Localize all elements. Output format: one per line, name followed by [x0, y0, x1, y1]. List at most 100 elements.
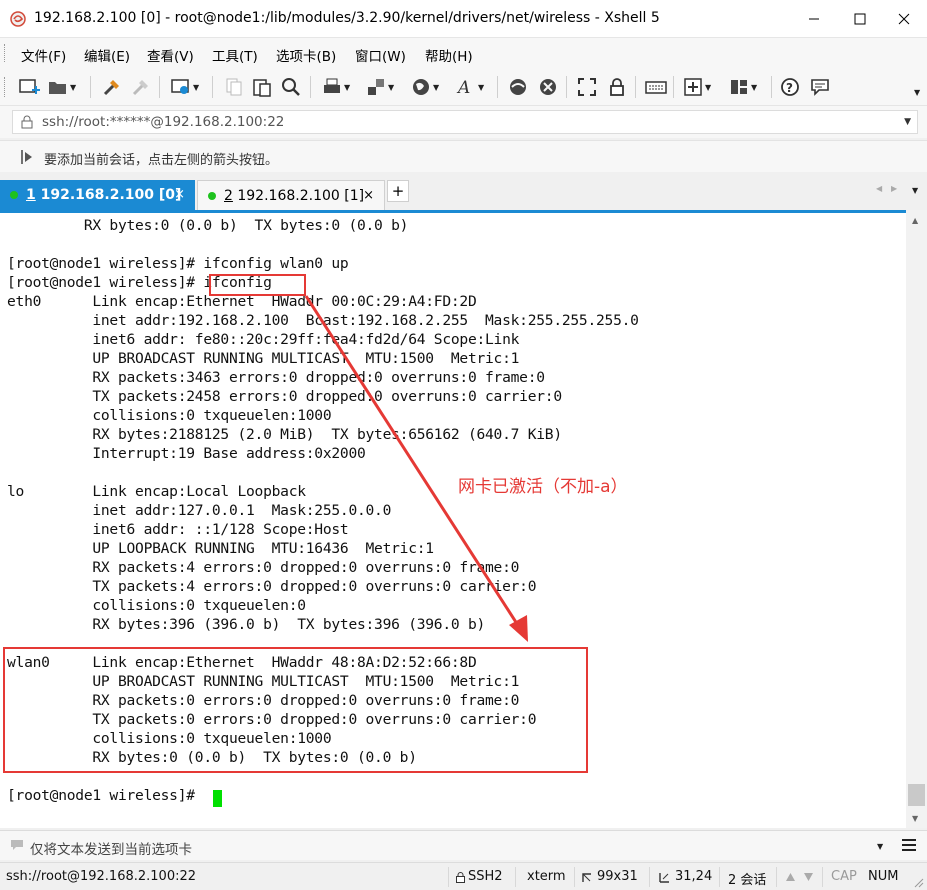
- compose-dropdown-icon[interactable]: ▼: [877, 842, 883, 851]
- terminal-line: UP BROADCAST RUNNING MULTICAST MTU:1500 …: [7, 350, 520, 367]
- terminal-line: inet addr:192.168.2.100 Bcast:192.168.2.…: [7, 312, 639, 329]
- scroll-up-icon[interactable]: ▲: [912, 216, 918, 225]
- session-status-dot: [208, 192, 216, 200]
- open-dropdown-icon[interactable]: ▼: [70, 83, 76, 92]
- lock-icon: [610, 78, 624, 96]
- tab-scroll-left-icon[interactable]: ◀: [876, 184, 882, 193]
- add-button[interactable]: ▼: [683, 75, 711, 99]
- toolbar-overflow-icon[interactable]: ▼: [914, 88, 920, 97]
- toolbar-grip: [4, 77, 7, 97]
- globe-button[interactable]: ▼: [411, 75, 439, 99]
- session-hint-bar: 要添加当前会话，点击左侧的箭头按钮。: [0, 140, 927, 172]
- new-session-button[interactable]: [19, 75, 41, 99]
- reconnect-icon: [103, 80, 119, 96]
- transfer-button[interactable]: ▼: [366, 75, 394, 99]
- scrollbar-thumb[interactable]: [908, 784, 925, 806]
- title-bar: 192.168.2.100 [0] - root@node1:/lib/modu…: [0, 0, 927, 38]
- hamburger-menu-icon[interactable]: [901, 837, 917, 853]
- properties-button[interactable]: ▼: [171, 75, 199, 99]
- session-status-dot: [10, 191, 18, 199]
- print-button[interactable]: ▼: [322, 75, 350, 99]
- hint-text: 要添加当前会话，点击左侧的箭头按钮。: [44, 153, 279, 168]
- terminal-line: [root@node1 wireless]#: [7, 787, 204, 804]
- open-button[interactable]: ▼: [48, 75, 76, 99]
- tab-close-icon[interactable]: ×: [363, 188, 374, 203]
- status-separator: [719, 867, 720, 887]
- scroll-up-icon[interactable]: [786, 873, 795, 881]
- terminal-line: RX bytes:396 (396.0 b) TX bytes:396 (396…: [7, 616, 486, 633]
- terminal-line: lo Link encap:Local Loopback: [7, 483, 306, 500]
- print-dropdown-icon[interactable]: ▼: [344, 83, 350, 92]
- close-icon: [898, 13, 910, 25]
- annotation-ifconfig-highlight: [209, 274, 306, 296]
- reconnect-button[interactable]: [102, 75, 122, 99]
- new-tab-button[interactable]: +: [387, 180, 409, 202]
- keyboard-icon: [645, 81, 667, 94]
- new-session-icon: [19, 79, 40, 94]
- terminal-scrollbar[interactable]: ▲ ▼: [906, 210, 927, 828]
- menu-window[interactable]: 窗口(W): [355, 45, 406, 65]
- menu-tools[interactable]: 工具(T): [212, 45, 258, 65]
- tab-list-dropdown-icon[interactable]: ▼: [912, 186, 918, 195]
- transfer-dropdown-icon[interactable]: ▼: [388, 83, 394, 92]
- chat-button[interactable]: [810, 75, 830, 99]
- status-term: xterm: [527, 869, 566, 884]
- annotation-label: 网卡已激活（不加-a）: [458, 477, 628, 497]
- font-button[interactable]: A ▼: [456, 75, 484, 99]
- toolbar-separator: [90, 76, 91, 98]
- lock-button[interactable]: [607, 75, 627, 99]
- terminal-line: inet6 addr: fe80::20c:29ff:fea4:fd2d/64 …: [7, 331, 520, 348]
- tab-scroll-right-icon[interactable]: ▶: [891, 184, 897, 193]
- add-dropdown-icon[interactable]: ▼: [705, 83, 711, 92]
- toolbar-separator: [497, 76, 498, 98]
- menu-tabs[interactable]: 选项卡(B): [276, 45, 336, 65]
- toolbar-separator: [212, 76, 213, 98]
- disconnect-icon: [132, 80, 148, 96]
- address-value[interactable]: ssh://root:******@192.168.2.100:22: [42, 114, 284, 130]
- maximize-button[interactable]: [837, 0, 883, 38]
- layout-button[interactable]: ▼: [729, 75, 757, 99]
- tab-session-1[interactable]: 1 192.168.2.100 [0] ×: [0, 180, 195, 210]
- xmanager-button[interactable]: [538, 75, 558, 99]
- layout-icon: [731, 80, 747, 94]
- arrow-bookmark-icon[interactable]: [20, 149, 36, 165]
- find-button[interactable]: [281, 75, 301, 99]
- help-button[interactable]: ?: [780, 75, 800, 99]
- menu-edit[interactable]: 编辑(E): [84, 45, 130, 65]
- status-size: 99x31: [597, 869, 638, 884]
- fullscreen-button[interactable]: [577, 75, 597, 99]
- transfer-icon: [368, 79, 384, 95]
- keyboard-button[interactable]: [645, 75, 667, 99]
- properties-dropdown-icon[interactable]: ▼: [193, 83, 199, 92]
- menu-help[interactable]: 帮助(H): [425, 45, 473, 65]
- xftp-button[interactable]: [508, 75, 528, 99]
- tab-close-icon[interactable]: ×: [174, 187, 185, 202]
- maximize-icon: [854, 13, 866, 25]
- menu-view[interactable]: 查看(V): [147, 45, 194, 65]
- globe-dropdown-icon[interactable]: ▼: [433, 83, 439, 92]
- tab-label: 2 192.168.2.100 [1]: [224, 188, 365, 204]
- tab-bar: 1 192.168.2.100 [0] × 2 192.168.2.100 [1…: [0, 176, 927, 210]
- tab-session-2[interactable]: 2 192.168.2.100 [1] ×: [197, 180, 385, 210]
- annotation-wlan0-highlight: [3, 647, 588, 773]
- address-dropdown-icon[interactable]: ▼: [904, 117, 911, 127]
- close-button[interactable]: [881, 0, 927, 38]
- terminal-line: Interrupt:19 Base address:0x2000: [7, 445, 366, 462]
- toolbar-separator: [159, 76, 160, 98]
- scroll-down-icon[interactable]: ▼: [912, 814, 918, 823]
- font-icon: A: [456, 78, 470, 97]
- window-title: 192.168.2.100 [0] - root@node1:/lib/modu…: [34, 10, 660, 26]
- disconnect-button[interactable]: [131, 75, 151, 99]
- address-field[interactable]: ssh://root:******@192.168.2.100:22 ▼: [12, 110, 918, 134]
- font-dropdown-icon[interactable]: ▼: [478, 83, 484, 92]
- scroll-down-icon[interactable]: [804, 873, 813, 881]
- menu-file[interactable]: 文件(F): [21, 45, 66, 65]
- paste-button[interactable]: [252, 75, 272, 99]
- minimize-button[interactable]: [791, 0, 837, 38]
- compose-input[interactable]: 仅将文本发送到当前选项卡: [30, 838, 192, 858]
- layout-dropdown-icon[interactable]: ▼: [751, 83, 757, 92]
- copy-button[interactable]: [224, 75, 244, 99]
- status-separator: [649, 867, 650, 887]
- size-grip-icon: [914, 878, 924, 888]
- compose-bar: 仅将文本发送到当前选项卡 ▼: [0, 830, 927, 860]
